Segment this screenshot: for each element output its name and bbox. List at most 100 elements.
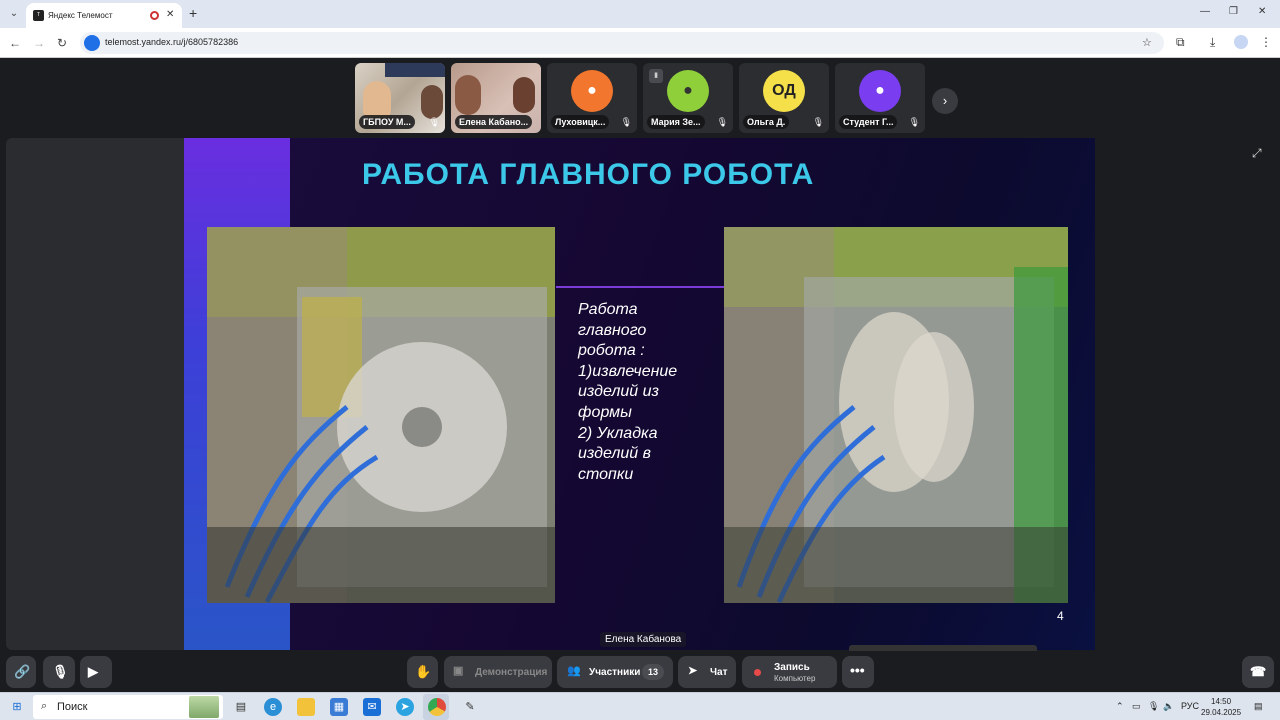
extensions-icon[interactable]: ⧉ bbox=[1176, 35, 1185, 50]
raise-hand-button[interactable]: ✋ bbox=[407, 656, 438, 688]
browser-tab-strip: ⌄ Т Яндекс Телемост ✕ + — ❐ ✕ bbox=[0, 0, 1280, 28]
mic-muted-icon: 🎙 bbox=[908, 117, 920, 127]
copy-link-button[interactable]: 🔗 bbox=[6, 656, 36, 688]
mic-muted-icon: 🎙 bbox=[716, 117, 728, 127]
windows-start-icon[interactable]: ⊞ bbox=[8, 698, 26, 716]
participant-name: Студент Г... bbox=[839, 115, 898, 129]
chat-button[interactable]: ➤ Чат bbox=[678, 656, 736, 688]
clock-date: 29.04.2025 bbox=[1201, 708, 1242, 717]
app-icon[interactable]: ✎ bbox=[461, 698, 479, 716]
caption-line: главного bbox=[578, 321, 647, 339]
slide-page-number: 4 bbox=[1057, 609, 1064, 623]
participant-name: ГБПОУ М... bbox=[359, 115, 415, 129]
fullscreen-icon[interactable]: ⤢ bbox=[1252, 146, 1262, 161]
notifications-icon[interactable]: ▤ bbox=[1254, 701, 1263, 712]
leave-call-button[interactable]: ☎ bbox=[1242, 656, 1274, 688]
search-placeholder: Поиск bbox=[57, 701, 88, 713]
windows-taskbar: ⊞ ⌕ Поиск ▤ e ▦ ✉ ➤ ✎ ⌃ ▭ 🎙 🔈 РУС 14:50 … bbox=[0, 692, 1280, 720]
screen-share-label: Демонстрация bbox=[475, 667, 548, 678]
site-info-icon[interactable] bbox=[84, 35, 100, 51]
participants-button[interactable]: 👥 Участники 13 bbox=[557, 656, 673, 688]
recording-indicator-icon bbox=[150, 11, 159, 20]
camera-button[interactable]: ▶ bbox=[80, 656, 112, 688]
caption-line: изделий в bbox=[578, 445, 651, 463]
chat-send-icon: ➤ bbox=[688, 665, 698, 677]
taskbar-clock[interactable]: 14:50 29.04.2025 bbox=[1201, 696, 1241, 718]
store-icon[interactable]: ▦ bbox=[330, 698, 348, 716]
participant-name: Ольга Д. bbox=[743, 115, 790, 129]
maximize-icon[interactable]: ❐ bbox=[1229, 6, 1238, 17]
language-indicator[interactable]: РУС bbox=[1181, 701, 1199, 711]
file-explorer-icon[interactable] bbox=[297, 698, 315, 716]
taskbar-search[interactable]: ⌕ Поиск bbox=[33, 695, 223, 719]
tab-close-icon[interactable]: ✕ bbox=[166, 9, 174, 20]
tray-chevron-icon[interactable]: ⌃ bbox=[1116, 701, 1124, 712]
microphone-button[interactable]: 🎙 bbox=[43, 656, 75, 688]
telegram-icon[interactable]: ➤ bbox=[396, 698, 414, 716]
robot-photo-right bbox=[724, 227, 1068, 603]
robot-photo-left bbox=[207, 227, 555, 603]
edge-icon[interactable]: e bbox=[264, 698, 282, 716]
participants-next-icon[interactable]: › bbox=[932, 88, 958, 114]
reload-icon[interactable]: ↻ bbox=[57, 36, 67, 50]
url-text: telemost.yandex.ru/j/6805782386 bbox=[105, 37, 239, 47]
participant-face bbox=[363, 81, 391, 117]
presentation-slide: РАБОТА ГЛАВНОГО РОБОТА Работа главного р… bbox=[184, 138, 1095, 650]
person-avatar-icon: ● bbox=[667, 70, 709, 112]
person-avatar-icon: ● bbox=[571, 70, 613, 112]
minimize-icon[interactable]: — bbox=[1200, 6, 1210, 17]
mic-tray-icon[interactable]: 🎙 bbox=[1148, 701, 1159, 712]
participant-tile[interactable]: ▮ ● Мария Зе... 🎙 bbox=[643, 63, 733, 133]
participant-tile[interactable]: ГБПОУ М... 🎙 bbox=[355, 63, 445, 133]
record-sublabel: Компьютер bbox=[774, 674, 816, 683]
caption-line: формы bbox=[578, 403, 632, 421]
record-button[interactable]: Запись Компьютер bbox=[742, 656, 837, 688]
mic-muted-icon: 🎙 bbox=[52, 664, 69, 679]
profile-avatar-icon[interactable] bbox=[1234, 35, 1248, 49]
mail-icon[interactable]: ✉ bbox=[363, 698, 381, 716]
participant-tile[interactable]: Елена Кабано... bbox=[451, 63, 541, 133]
search-highlight-image bbox=[189, 696, 219, 718]
window-close-icon[interactable]: ✕ bbox=[1258, 6, 1266, 17]
task-view-icon[interactable]: ▤ bbox=[232, 698, 250, 716]
volume-icon[interactable]: 🔈 bbox=[1163, 701, 1174, 712]
caption-line: Работа bbox=[578, 301, 638, 318]
camera-icon: ▶ bbox=[88, 664, 98, 679]
screen-share-button[interactable]: ▣ Демонстрация bbox=[444, 656, 552, 688]
address-bar: ← → ↻ telemost.yandex.ru/j/6805782386 ☆ bbox=[0, 28, 1280, 58]
bookmark-star-icon[interactable]: ☆ bbox=[1142, 36, 1152, 49]
new-tab-icon[interactable]: + bbox=[189, 5, 197, 21]
hand-icon: ✋ bbox=[415, 664, 432, 679]
forward-arrow-icon[interactable]: → bbox=[33, 36, 45, 50]
participant-name: Луховицк... bbox=[551, 115, 610, 129]
participant-hair bbox=[421, 85, 443, 119]
url-field[interactable]: telemost.yandex.ru/j/6805782386 ☆ bbox=[80, 32, 1164, 54]
back-arrow-icon[interactable]: ← bbox=[9, 36, 21, 50]
chrome-icon[interactable] bbox=[428, 698, 446, 716]
mic-muted-icon: 🎙 bbox=[620, 117, 632, 127]
screen-share-icon: ▣ bbox=[453, 665, 464, 677]
participants-label: Участники bbox=[589, 667, 641, 678]
caption-line: 1)извлечение bbox=[578, 362, 678, 380]
person-avatar-icon: ● bbox=[859, 70, 901, 112]
participant-tile[interactable]: ОД Ольга Д. 🎙 bbox=[739, 63, 829, 133]
browser-tab[interactable]: Т Яндекс Телемост ✕ bbox=[26, 3, 182, 28]
minimized-panel[interactable] bbox=[849, 645, 1037, 651]
initials-avatar: ОД bbox=[763, 70, 805, 112]
chat-label: Чат bbox=[710, 667, 728, 678]
downloads-icon[interactable]: ⤓ bbox=[1210, 35, 1215, 50]
tab-title: Яндекс Телемост bbox=[48, 11, 113, 20]
more-dots-icon: ••• bbox=[850, 662, 865, 678]
network-icon[interactable]: ▭ bbox=[1132, 701, 1141, 712]
caption-line: робота : bbox=[578, 342, 645, 360]
participant-tile[interactable]: ● Луховицк... 🎙 bbox=[547, 63, 637, 133]
people-icon: 👥 bbox=[567, 665, 581, 677]
more-button[interactable]: ••• bbox=[842, 656, 874, 688]
telemost-favicon-icon: Т bbox=[33, 10, 44, 21]
caption-line: 2) Укладка bbox=[578, 424, 658, 442]
browser-menu-icon[interactable]: ⋮ bbox=[1260, 35, 1272, 49]
tab-search-chevron-icon[interactable]: ⌄ bbox=[6, 6, 22, 22]
participants-count: 13 bbox=[642, 664, 665, 680]
participant-tile[interactable]: ● Студент Г... 🎙 bbox=[835, 63, 925, 133]
signal-icon: ▮ bbox=[649, 69, 663, 83]
